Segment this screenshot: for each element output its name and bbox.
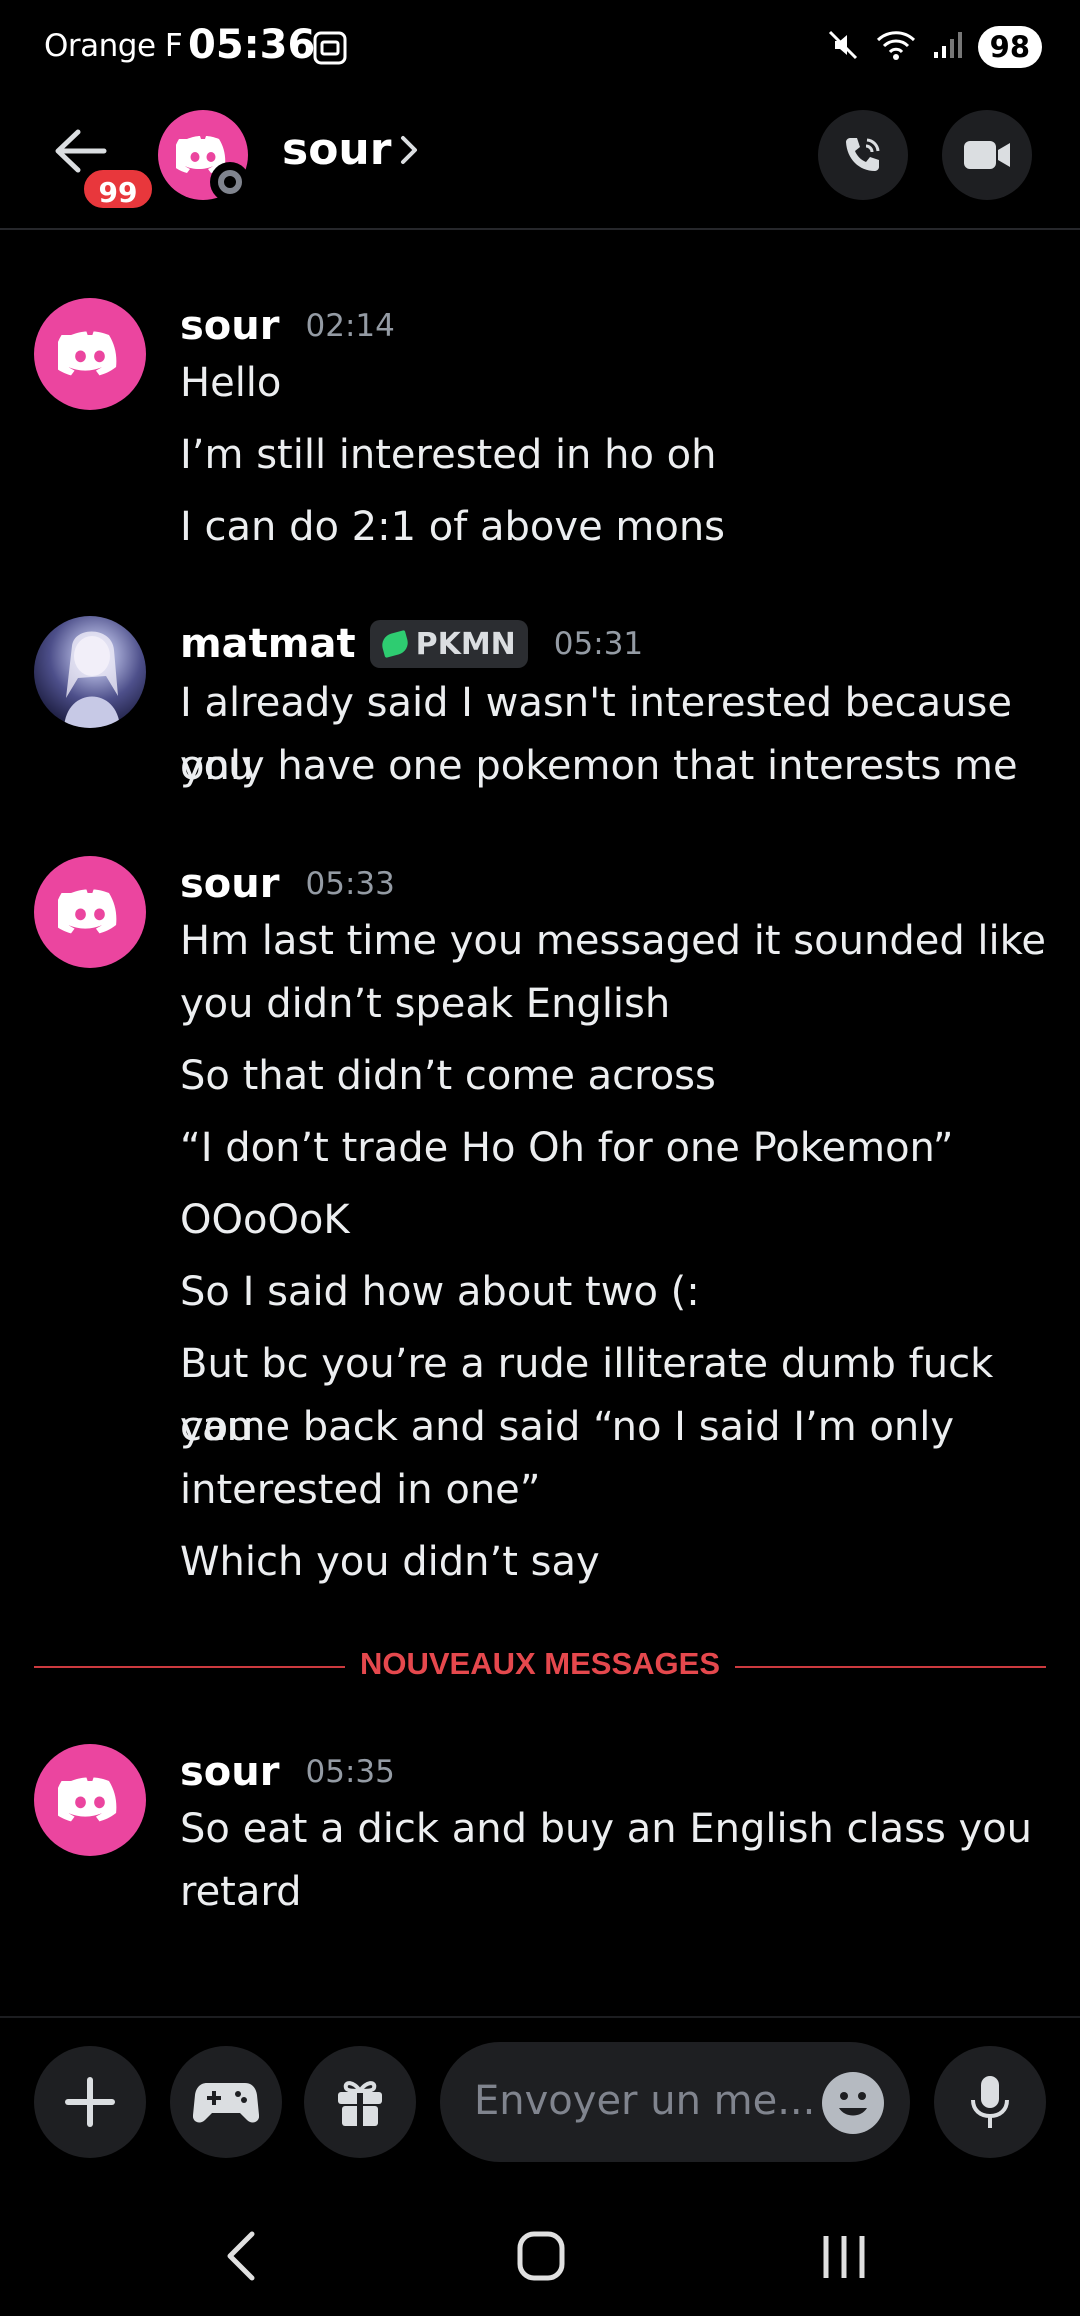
message-text: I’m still interested in ho oh [180,432,717,478]
screenshot-icon [312,30,348,70]
message-meta: sour 05:33 [180,856,395,912]
message-meta: sour 02:14 [180,298,395,354]
message-input-placeholder: Envoyer un me... [474,2078,816,2124]
new-messages-label: NOUVEAUX MESSAGES [345,1646,735,1682]
message-text: So that didn’t come across [180,1053,716,1099]
author-name[interactable]: sour [180,861,280,907]
chat-header: 99 sour [0,96,1080,230]
emoji-icon[interactable] [822,2072,884,2134]
message-text: Hm last time you messaged it sounded lik… [180,918,1046,964]
voice-message-button[interactable] [934,2046,1046,2158]
author-name[interactable]: sour [180,303,280,349]
microphone-icon [971,2076,1009,2128]
message-text: interested in one” [180,1467,541,1513]
system-navigation-bar [0,2196,1080,2316]
avatar[interactable] [34,616,146,728]
avatar[interactable] [34,856,146,968]
gift-button[interactable] [304,2046,416,2158]
message-text: retard [180,1869,302,1915]
gift-icon [338,2081,382,2128]
message-text: I can do 2:1 of above mons [180,504,726,550]
voice-call-icon [846,138,880,171]
unread-badge: 99 [80,166,156,212]
message-input[interactable]: Envoyer un me... [440,2042,910,2162]
message-text: So eat a dick and buy an English class y… [180,1806,1033,1852]
attach-button[interactable] [34,2046,146,2158]
avatar[interactable] [34,1744,146,1856]
voice-call-button[interactable] [818,110,908,200]
message-meta: sour 05:35 [180,1744,395,1800]
carrier-name: Orange F [44,28,183,64]
avatar[interactable] [34,298,146,410]
video-call-icon [964,141,1010,169]
chat-title[interactable]: sour [282,124,391,175]
activities-button[interactable] [170,2046,282,2158]
message-text: OOoOoK [180,1197,350,1243]
message-text: So I said how about two (: [180,1269,700,1315]
message-text: came back and said “no I said I’m only [180,1404,955,1450]
nav-recents-icon[interactable] [820,2232,868,2286]
leaf-icon [379,630,410,658]
message-text: Hello [180,360,282,406]
mute-icon [826,28,860,66]
author-name[interactable]: matmat [180,621,356,667]
author-name[interactable]: sour [180,1749,280,1795]
timestamp: 05:31 [553,626,644,662]
offline-status-indicator [210,162,250,202]
wifi-icon [874,28,918,66]
message-text: Which you didn’t say [180,1539,600,1585]
status-icons: 98 [826,26,1042,68]
message-text: “I don’t trade Ho Oh for one Pokemon” [180,1125,954,1171]
discord-logo-icon [58,331,117,376]
guild-tag-label: PKMN [415,626,516,662]
discord-logo-icon [58,889,117,934]
status-time: 05:36 [188,22,316,68]
message-meta: matmat PKMN 05:31 [180,616,643,672]
message-text: you didn’t speak English [180,981,671,1027]
signal-icon [932,30,964,64]
nav-back-icon[interactable] [222,2228,258,2288]
message-text: only have one pokemon that interests me [180,743,1018,789]
chevron-right-icon[interactable] [398,134,420,170]
discord-logo-icon [58,1777,117,1822]
nav-home-icon[interactable] [516,2230,566,2286]
status-bar: Orange F 05:36 98 [0,0,1080,96]
guild-tag[interactable]: PKMN [369,620,528,668]
video-call-button[interactable] [942,110,1032,200]
timestamp: 02:14 [305,308,395,344]
composer-divider [0,2016,1080,2018]
gamepad-icon [193,2083,259,2123]
timestamp: 05:35 [305,1754,395,1790]
timestamp: 05:33 [305,866,395,902]
battery-level: 98 [977,26,1042,68]
plus-icon [65,2077,115,2127]
